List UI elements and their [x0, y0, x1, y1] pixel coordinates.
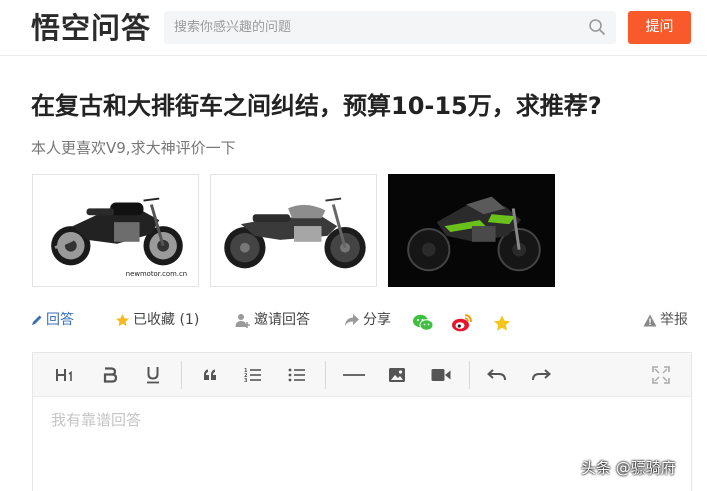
video-icon[interactable]: [430, 364, 452, 386]
pencil-icon: [32, 315, 42, 325]
answer-input-placeholder[interactable]: 我有靠谱回答: [51, 409, 141, 430]
search-icon[interactable]: [588, 18, 606, 36]
question-actions: 回答 已收藏 (1) 邀请回答 分享 举报: [31, 306, 691, 334]
question-description: 本人更喜欢V9,求大神评价一下: [31, 139, 236, 157]
share-button[interactable]: 分享: [344, 306, 391, 334]
editor-toolbar: 123: [33, 353, 691, 397]
question-title: 在复古和大排街车之间纠结，预算10-15万，求推荐?: [31, 92, 602, 120]
ask-question-button[interactable]: 提问: [628, 11, 691, 44]
question-image-1[interactable]: newmotor.com.cn: [32, 174, 199, 287]
wechat-icon: [413, 314, 434, 331]
svg-text:3: 3: [244, 378, 248, 383]
invite-answer-button[interactable]: 邀请回答: [235, 306, 310, 334]
ordered-list-icon[interactable]: 123: [242, 364, 264, 386]
quote-icon[interactable]: [199, 364, 221, 386]
redo-icon[interactable]: [530, 364, 552, 386]
heading-icon[interactable]: [54, 364, 76, 386]
invite-user-icon: [235, 313, 250, 328]
motorcycle-image: newmotor.com.cn: [51, 197, 187, 278]
share-label: 分享: [363, 312, 391, 328]
star-icon: [116, 313, 129, 326]
unordered-list-icon[interactable]: [286, 364, 308, 386]
divider-icon[interactable]: [342, 364, 366, 386]
invite-label: 邀请回答: [254, 312, 310, 328]
bold-icon[interactable]: [99, 364, 121, 386]
search-box[interactable]: [164, 11, 616, 44]
answer-button[interactable]: 回答: [31, 306, 74, 334]
underline-icon[interactable]: [142, 364, 164, 386]
image-icon[interactable]: [386, 364, 408, 386]
wechat-share-button[interactable]: [412, 309, 437, 337]
weibo-icon: [452, 314, 472, 332]
collect-button[interactable]: 已收藏 (1): [115, 306, 199, 334]
question-image-2[interactable]: [210, 174, 377, 287]
logo[interactable]: 悟空问答: [31, 11, 151, 45]
report-button[interactable]: 举报: [643, 306, 688, 334]
warning-icon: [643, 314, 657, 326]
favorite-star-button[interactable]: [492, 309, 515, 337]
answer-label: 回答: [46, 312, 74, 328]
image-caption: newmotor.com.cn: [126, 270, 187, 278]
question-image-3[interactable]: [388, 174, 555, 287]
fullscreen-icon[interactable]: [650, 364, 672, 386]
motorcycle-image: [224, 197, 366, 269]
search-input[interactable]: [164, 11, 574, 44]
collect-label: 已收藏: [133, 312, 175, 328]
report-label: 举报: [660, 312, 688, 328]
top-header: 悟空问答 提问: [0, 0, 707, 56]
star-icon: [493, 314, 511, 331]
watermark: 头条 @骠骑府: [581, 459, 676, 477]
motorcycle-image: [389, 175, 554, 286]
collect-count: (1): [179, 312, 200, 328]
weibo-share-button[interactable]: [451, 309, 476, 337]
share-icon: [345, 314, 359, 326]
undo-icon[interactable]: [486, 364, 508, 386]
